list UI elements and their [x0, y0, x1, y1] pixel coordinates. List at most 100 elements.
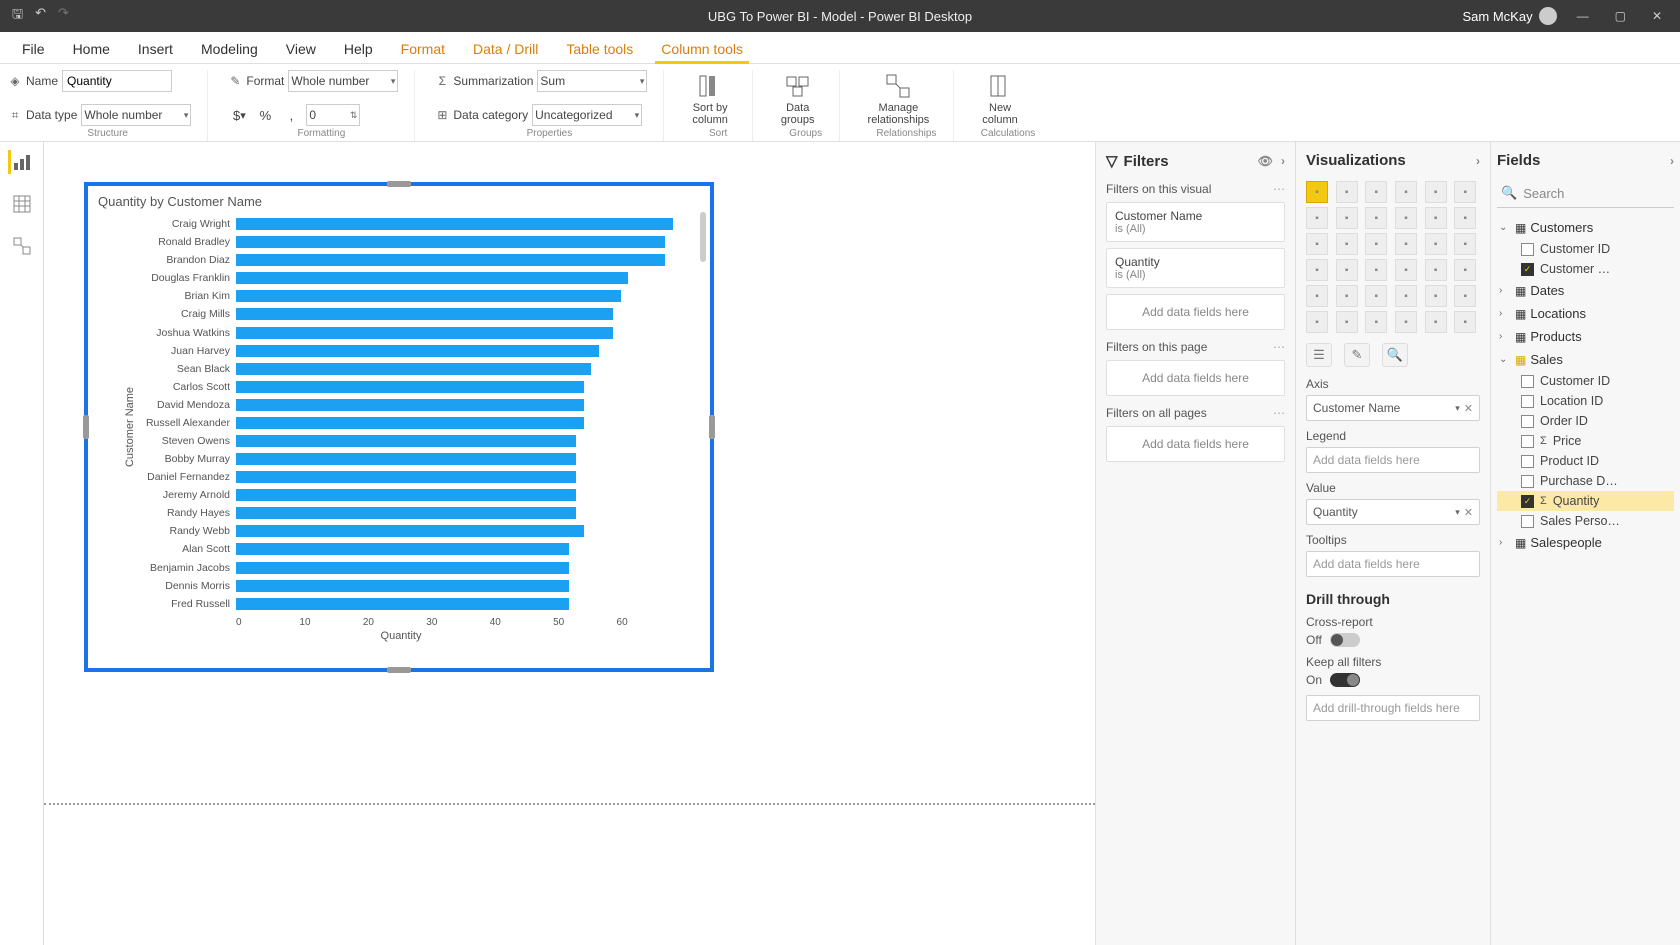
bar[interactable]	[236, 507, 576, 519]
viz-type-button[interactable]: ▪	[1454, 207, 1476, 229]
viz-type-button[interactable]: ▪	[1306, 311, 1328, 333]
field-customer-name[interactable]: ✓Customer …	[1497, 259, 1674, 279]
bar[interactable]	[236, 562, 569, 574]
tab-modeling[interactable]: Modeling	[187, 35, 272, 63]
filter-drop-all[interactable]: Add data fields here	[1106, 426, 1285, 462]
viz-type-button[interactable]: ▪	[1425, 259, 1447, 281]
viz-type-button[interactable]: ▪	[1365, 233, 1387, 255]
report-view-button[interactable]	[8, 150, 32, 174]
resize-handle-s[interactable]	[387, 667, 411, 673]
value-well[interactable]: Quantity▾✕	[1306, 499, 1480, 525]
save-icon[interactable]: 🖫	[12, 5, 23, 27]
currency-button[interactable]: $▾	[228, 104, 250, 126]
more-icon[interactable]: ⋯	[1273, 182, 1285, 196]
bar[interactable]	[236, 399, 584, 411]
table-sales[interactable]: ⌄▦Sales	[1497, 348, 1674, 371]
filter-drop-visual[interactable]: Add data fields here	[1106, 294, 1285, 330]
more-icon[interactable]: ⋯	[1273, 340, 1285, 354]
drill-drop[interactable]: Add drill-through fields here	[1306, 695, 1480, 721]
viz-type-button[interactable]: ▪	[1365, 311, 1387, 333]
viz-type-button[interactable]: ▪	[1336, 233, 1358, 255]
close-button[interactable]: ✕	[1646, 9, 1668, 23]
bar[interactable]	[236, 525, 584, 537]
viz-type-button[interactable]: ▪	[1365, 259, 1387, 281]
decimals-stepper[interactable]: 0⇅	[306, 104, 360, 126]
data-groups-button[interactable]: Data groups	[773, 70, 823, 128]
report-canvas[interactable]: Quantity by Customer Name Customer Name …	[44, 142, 1095, 945]
viz-type-button[interactable]: ▪	[1336, 285, 1358, 307]
bar[interactable]	[236, 272, 628, 284]
collapse-icon[interactable]: ›	[1281, 154, 1285, 168]
undo-icon[interactable]: ↶	[35, 5, 46, 27]
viz-type-button[interactable]: ▪	[1306, 207, 1328, 229]
bar[interactable]	[236, 363, 591, 375]
more-icon[interactable]: ⋯	[1273, 406, 1285, 420]
bar[interactable]	[236, 489, 576, 501]
bar[interactable]	[236, 598, 569, 610]
bar[interactable]	[236, 543, 569, 555]
tab-column-tools[interactable]: Column tools	[647, 35, 757, 63]
filter-card-customer[interactable]: Customer Nameis (All)	[1106, 202, 1285, 242]
viz-type-button[interactable]: ▪	[1454, 285, 1476, 307]
visual-container[interactable]: Quantity by Customer Name Customer Name …	[84, 182, 714, 672]
table-products[interactable]: ›▦Products	[1497, 325, 1674, 348]
bar[interactable]	[236, 254, 665, 266]
viz-type-button[interactable]: ▪	[1395, 285, 1417, 307]
viz-type-button[interactable]: ▪	[1425, 207, 1447, 229]
remove-icon[interactable]: ✕	[1464, 402, 1473, 415]
viz-type-button[interactable]: ▪	[1336, 207, 1358, 229]
viz-type-button[interactable]: ▪	[1395, 207, 1417, 229]
viz-type-button[interactable]: ▪	[1336, 259, 1358, 281]
viz-type-button[interactable]: ▪	[1425, 285, 1447, 307]
viz-type-button[interactable]: ▪	[1395, 181, 1417, 203]
resize-handle-n[interactable]	[387, 181, 411, 187]
datacategory-select[interactable]: Uncategorized▾	[532, 104, 642, 126]
field-sales-productid[interactable]: Product ID	[1497, 451, 1674, 471]
bar[interactable]	[236, 580, 569, 592]
viz-type-button[interactable]: ▪	[1336, 311, 1358, 333]
legend-well[interactable]: Add data fields here	[1306, 447, 1480, 473]
redo-icon[interactable]: ↷	[58, 5, 69, 27]
name-input[interactable]	[62, 70, 172, 92]
bar[interactable]	[236, 345, 599, 357]
bar[interactable]	[236, 453, 576, 465]
table-salespeople[interactable]: ›▦Salespeople	[1497, 531, 1674, 554]
chevron-down-icon[interactable]: ▾	[1455, 403, 1460, 414]
bar[interactable]	[236, 435, 576, 447]
viz-type-button[interactable]: ▪	[1425, 233, 1447, 255]
viz-type-button[interactable]: ▪	[1306, 233, 1328, 255]
bar[interactable]	[236, 218, 673, 230]
bar[interactable]	[236, 471, 576, 483]
new-column-button[interactable]: New column	[974, 70, 1025, 128]
data-view-button[interactable]	[10, 192, 34, 216]
fields-tab-icon[interactable]: ☰	[1306, 343, 1332, 367]
manage-relationships-button[interactable]: Manage relationships	[860, 70, 938, 128]
viz-type-button[interactable]: ▪	[1395, 259, 1417, 281]
viz-type-button[interactable]: ▪	[1395, 233, 1417, 255]
field-sales-orderid[interactable]: Order ID	[1497, 411, 1674, 431]
filter-drop-page[interactable]: Add data fields here	[1106, 360, 1285, 396]
analytics-tab-icon[interactable]: 🔍	[1382, 343, 1408, 367]
bar[interactable]	[236, 417, 584, 429]
bar[interactable]	[236, 290, 621, 302]
table-locations[interactable]: ›▦Locations	[1497, 302, 1674, 325]
viz-type-button[interactable]: ▪	[1306, 259, 1328, 281]
field-sales-purchased[interactable]: Purchase D…	[1497, 471, 1674, 491]
restore-button[interactable]: ▢	[1609, 9, 1632, 23]
collapse-icon[interactable]: ›	[1476, 154, 1480, 168]
tooltips-well[interactable]: Add data fields here	[1306, 551, 1480, 577]
tab-file[interactable]: File	[8, 35, 59, 63]
viz-type-button[interactable]: ▪	[1365, 181, 1387, 203]
format-tab-icon[interactable]: ✎	[1344, 343, 1370, 367]
field-sales-quantity[interactable]: ✓ΣQuantity	[1497, 491, 1674, 511]
fields-search[interactable]: 🔍Search	[1497, 181, 1674, 208]
user-name[interactable]: Sam McKay	[1463, 7, 1557, 25]
viz-type-button[interactable]: ▪	[1454, 311, 1476, 333]
viz-type-button[interactable]: ▪	[1306, 181, 1328, 203]
viz-type-button[interactable]: ▪	[1306, 285, 1328, 307]
remove-icon[interactable]: ✕	[1464, 506, 1473, 519]
comma-button[interactable]: ,	[280, 104, 302, 126]
viz-type-button[interactable]: ▪	[1454, 233, 1476, 255]
model-view-button[interactable]	[10, 234, 34, 258]
eye-icon[interactable]: 👁	[1258, 154, 1273, 168]
